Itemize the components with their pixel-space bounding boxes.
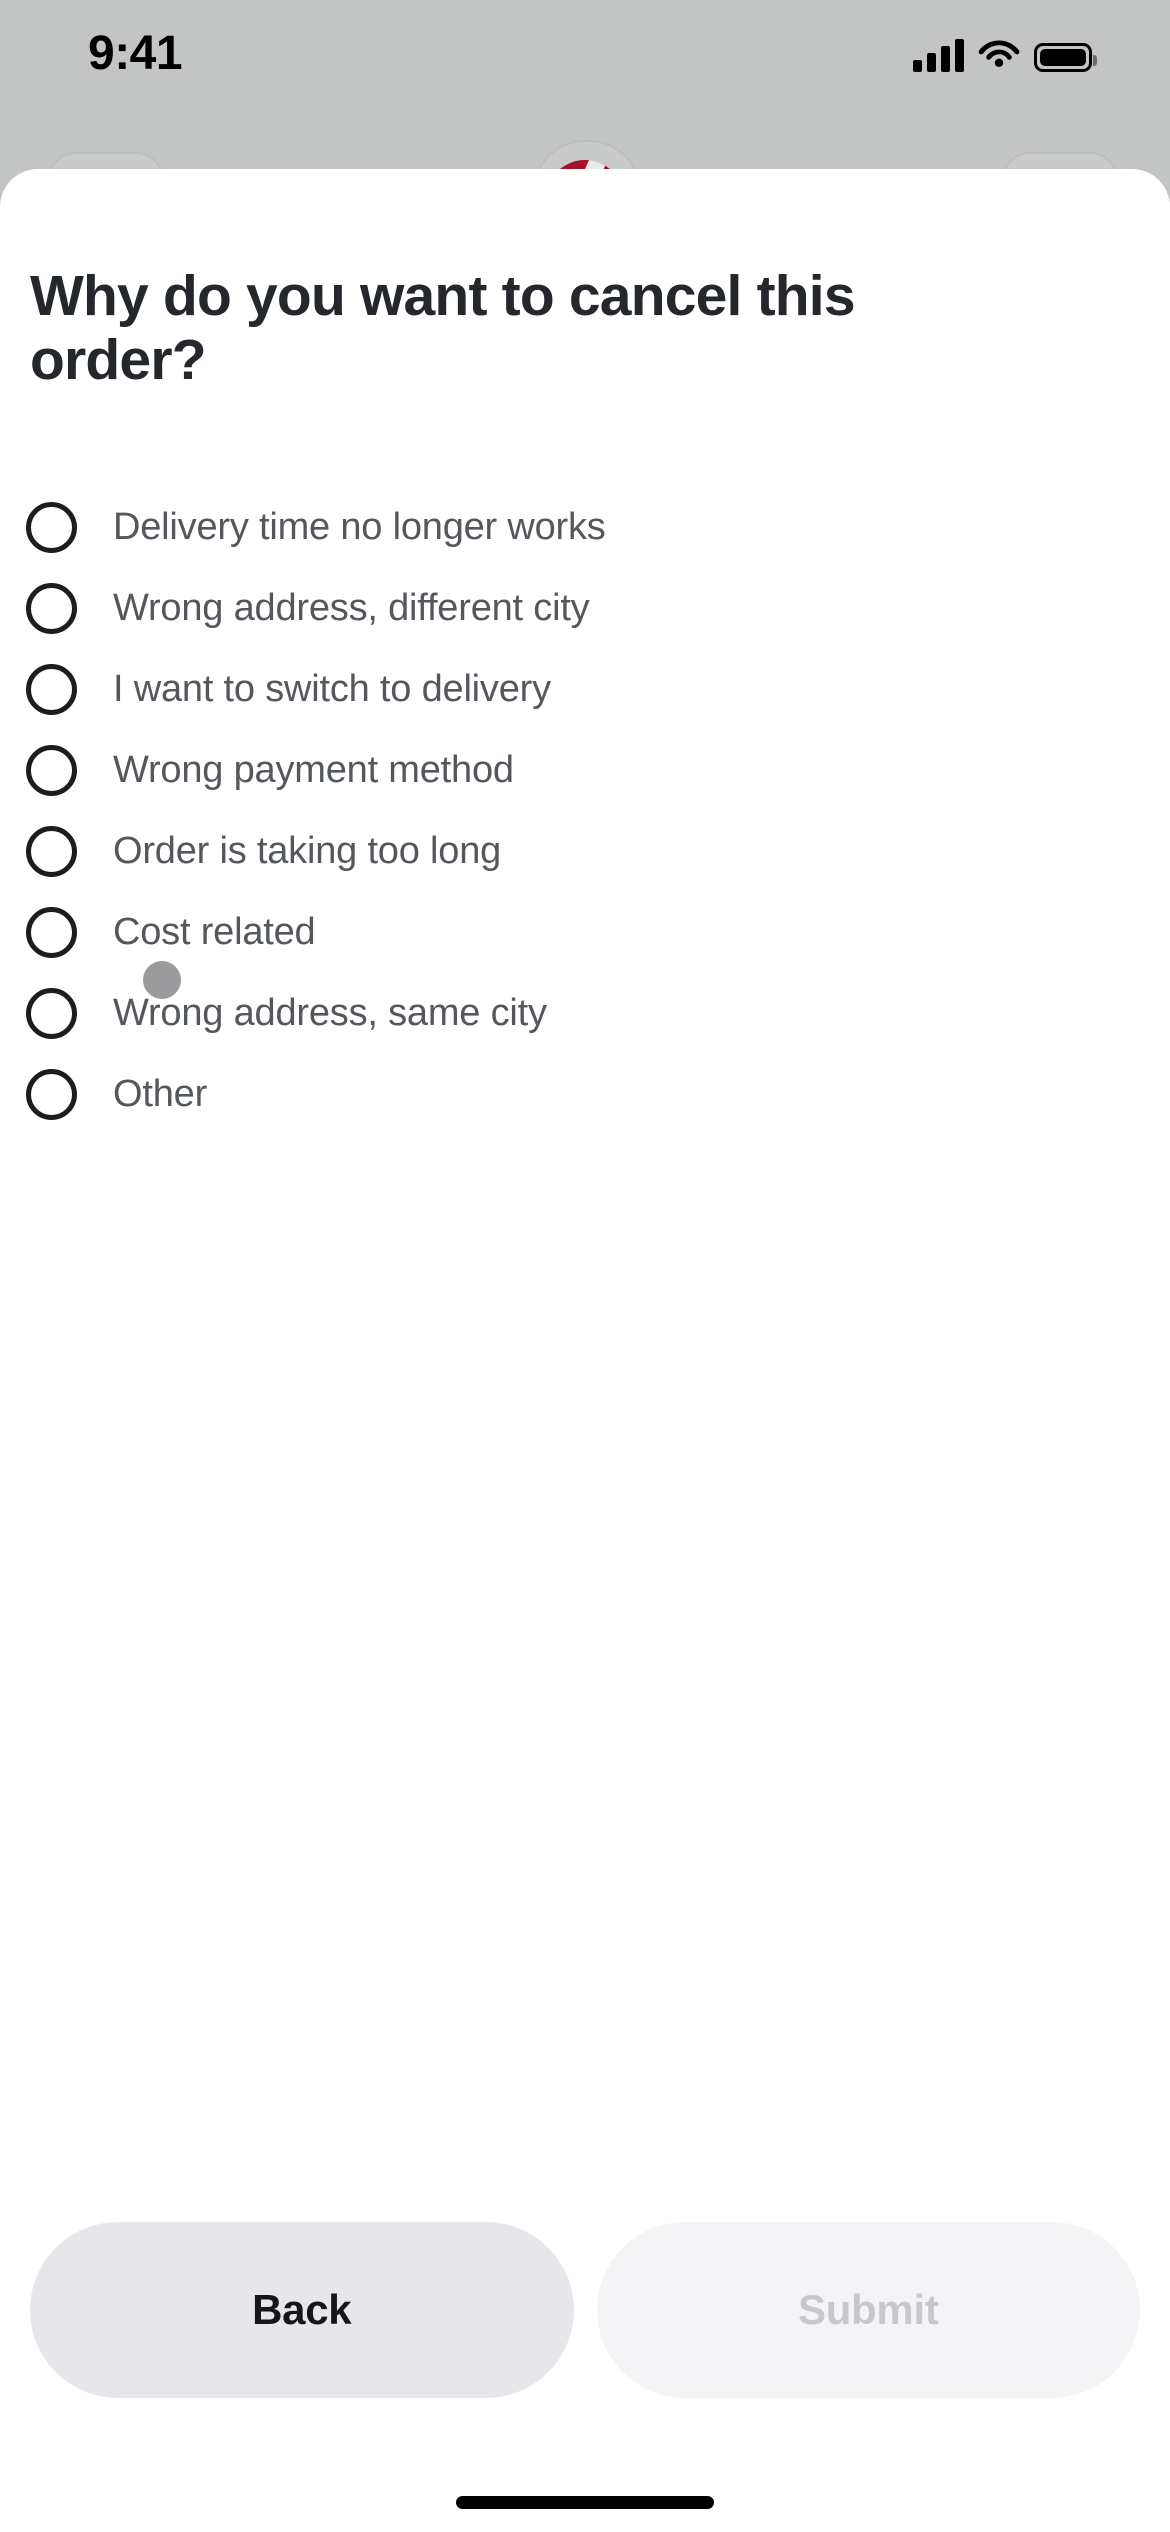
cancel-reason-sheet: Why do you want to cancel this order? De…: [0, 169, 1170, 2532]
option-row[interactable]: I want to switch to delivery: [0, 649, 1170, 730]
sheet-footer: Back Submit: [0, 2222, 1170, 2398]
option-label: Wrong payment method: [113, 749, 514, 791]
reason-options-list: Delivery time no longer works Wrong addr…: [0, 487, 1170, 1135]
option-row[interactable]: Order is taking too long: [0, 811, 1170, 892]
radio-button-icon[interactable]: [26, 1069, 77, 1120]
option-label: Cost related: [113, 911, 316, 953]
option-label: Order is taking too long: [113, 830, 502, 872]
radio-button-icon[interactable]: [26, 583, 77, 634]
submit-button[interactable]: Submit: [596, 2222, 1140, 2398]
radio-button-icon[interactable]: [26, 988, 77, 1039]
battery-full-icon: [1034, 43, 1097, 72]
wifi-icon: [978, 35, 1020, 72]
back-button[interactable]: Back: [30, 2222, 574, 2398]
radio-button-icon[interactable]: [26, 826, 77, 877]
status-bar-time: 9:41: [88, 27, 183, 80]
option-label: I want to switch to delivery: [113, 668, 551, 710]
option-label: Other: [113, 1073, 208, 1115]
radio-button-icon[interactable]: [26, 907, 77, 958]
touch-point-indicator: [143, 961, 181, 999]
home-indicator[interactable]: [456, 2496, 714, 2509]
status-bar: 9:41: [0, 0, 1170, 120]
option-label: Delivery time no longer works: [113, 506, 606, 548]
option-row[interactable]: Wrong address, different city: [0, 568, 1170, 649]
status-bar-icons: [913, 30, 1097, 72]
radio-button-icon[interactable]: [26, 502, 77, 553]
option-row[interactable]: Other: [0, 1054, 1170, 1135]
option-row[interactable]: Wrong payment method: [0, 730, 1170, 811]
radio-button-icon[interactable]: [26, 664, 77, 715]
option-label: Wrong address, same city: [113, 992, 547, 1034]
option-row[interactable]: Delivery time no longer works: [0, 487, 1170, 568]
option-label: Wrong address, different city: [113, 587, 590, 629]
radio-button-icon[interactable]: [26, 745, 77, 796]
cellular-signal-icon: [913, 38, 964, 72]
page-title: Why do you want to cancel this order?: [30, 264, 856, 392]
option-row[interactable]: Cost related: [0, 892, 1170, 973]
